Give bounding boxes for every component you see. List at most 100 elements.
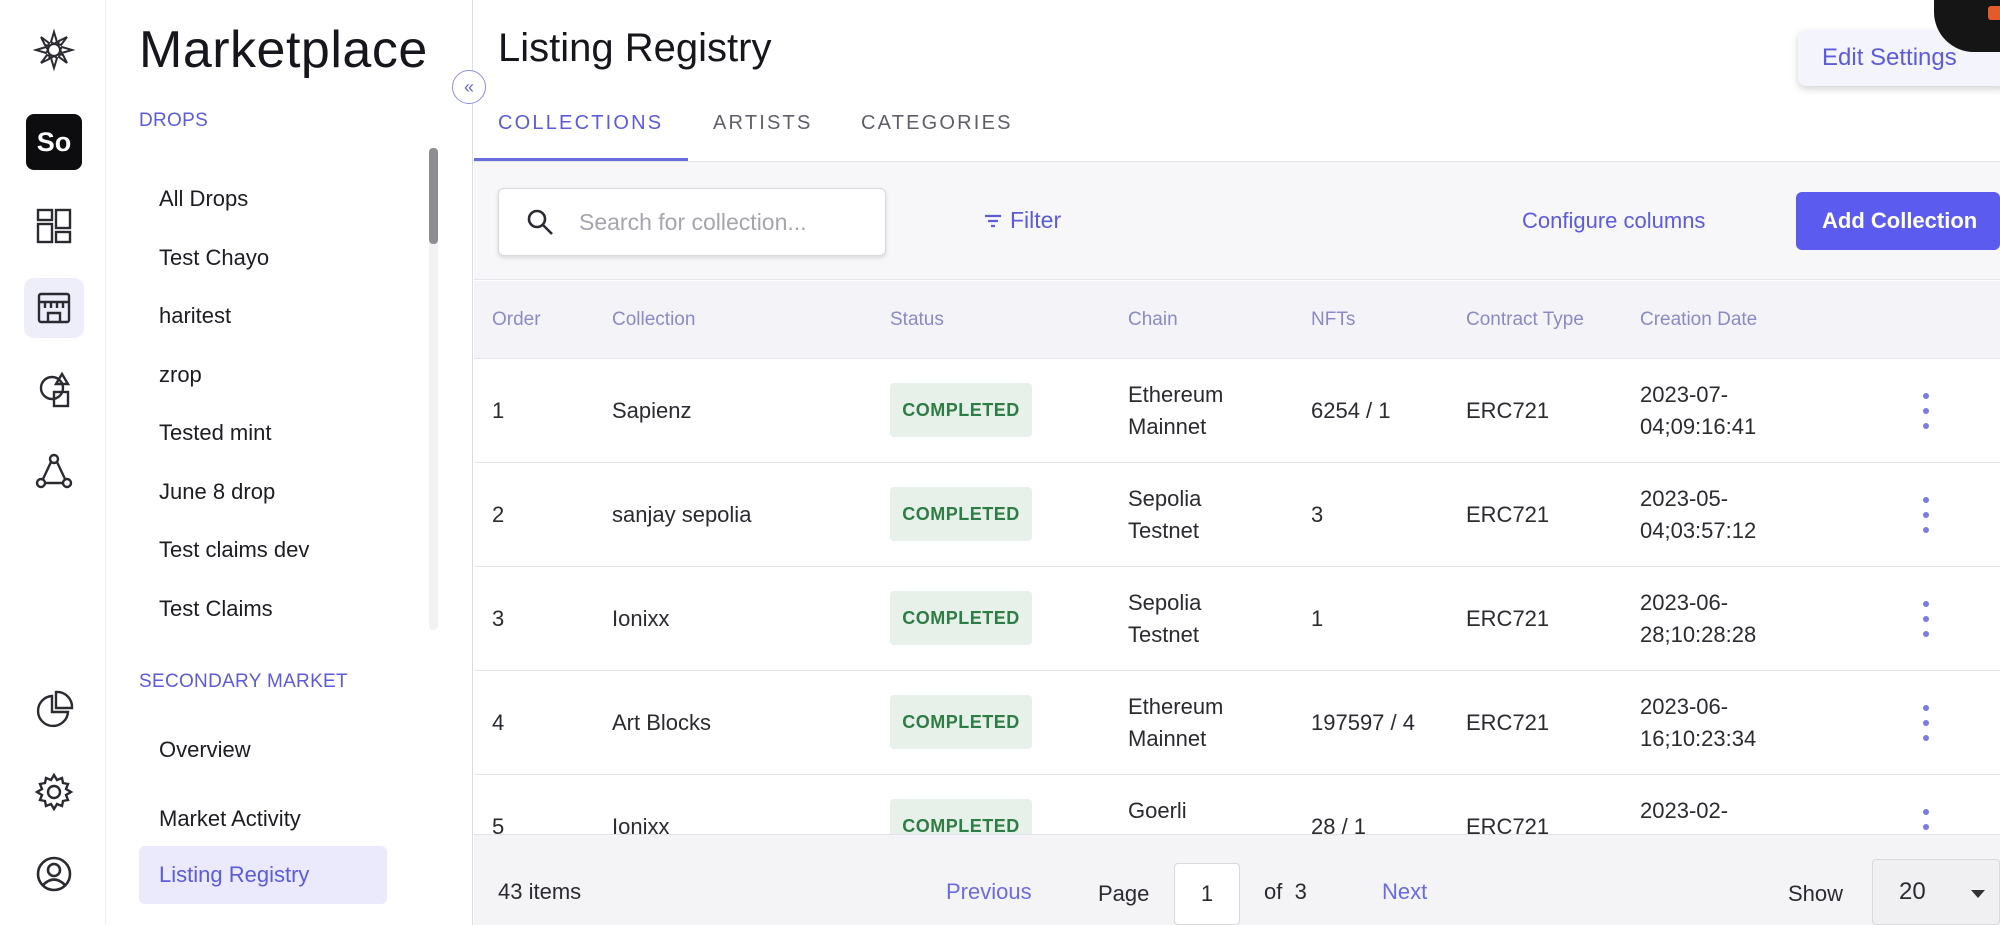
cell-date-line: 2023-07-: [1640, 382, 1729, 407]
previous-page-button[interactable]: Previous: [946, 879, 1032, 905]
user-circle-icon[interactable]: [24, 844, 84, 904]
tab-categories[interactable]: CATEGORIES: [861, 112, 1013, 135]
active-tab-indicator: [474, 158, 688, 161]
next-page-button[interactable]: Next: [1382, 879, 1427, 905]
search-icon: [527, 209, 553, 235]
column-header-creation-date[interactable]: Creation Date: [1640, 309, 1757, 331]
search-box[interactable]: [498, 188, 886, 256]
cell-creation-date: 2023-02-: [1640, 795, 1728, 827]
chevron-down-icon: [1971, 890, 1985, 898]
cell-chain: Ethereum Mainnet: [1128, 691, 1223, 755]
sidebar-item-overview[interactable]: Overview: [159, 737, 251, 763]
table-toolbar: Filter Configure columns Add Collection: [474, 162, 2000, 280]
cell-date-line: 04;03:57:12: [1640, 518, 1757, 543]
shapes-icon[interactable]: [24, 360, 84, 420]
cell-date-line: 2023-05-: [1640, 486, 1729, 511]
workspace-avatar[interactable]: So: [26, 114, 82, 170]
sidebar-title: Marketplace: [139, 21, 428, 79]
sidebar-item-listing-registry[interactable]: Listing Registry: [139, 846, 387, 904]
row-menu-icon[interactable]: [1920, 497, 1932, 533]
table-row[interactable]: 2 sanjay sepolia COMPLETED Sepolia Testne…: [474, 463, 2000, 567]
cell-creation-date: 2023-06- 28;10:28:28: [1640, 587, 1756, 651]
cell-collection: Art Blocks: [612, 710, 712, 735]
cell-contract-type: ERC721: [1466, 606, 1550, 631]
cell-date-line: 2023-02-: [1640, 798, 1729, 823]
cell-chain: Ethereum Mainnet: [1128, 379, 1223, 443]
cell-collection: Ionixx: [612, 606, 670, 631]
cell-chain-line: Goerli: [1128, 798, 1187, 823]
add-collection-button[interactable]: Add Collection: [1796, 192, 2000, 250]
tab-bar: COLLECTIONS ARTISTS CATEGORIES: [474, 96, 2000, 162]
cell-nfts: 6254 / 1: [1311, 398, 1391, 423]
column-header-collection[interactable]: Collection: [612, 309, 695, 331]
cell-chain-line: Mainnet: [1128, 414, 1207, 439]
row-menu-icon[interactable]: [1920, 705, 1932, 741]
configure-columns-link[interactable]: Configure columns: [1522, 208, 1705, 234]
gear-icon[interactable]: [24, 762, 84, 822]
drops-section-label: DROPS: [139, 110, 209, 131]
marketplace-sidebar: Marketplace DROPS All Drops Test Chayo h…: [107, 0, 473, 925]
total-pages: 3: [1294, 879, 1307, 904]
status-badge: COMPLETED: [890, 695, 1032, 749]
secondary-market-section-label: SECONDARY MARKET: [139, 671, 348, 692]
cell-chain-line: Sepolia: [1128, 590, 1202, 615]
table-row[interactable]: 5 Ionixx COMPLETED Goerli 28 / 1 ERC721 …: [474, 775, 2000, 834]
table-row[interactable]: 3 Ionixx COMPLETED Sepolia Testnet 1 ERC7…: [474, 567, 2000, 671]
page-total: of 3: [1264, 879, 1307, 905]
cell-creation-date: 2023-06- 16;10:23:34: [1640, 691, 1756, 755]
table-row[interactable]: 4 Art Blocks COMPLETED Ethereum Mainnet 1…: [474, 671, 2000, 775]
pagination-bar: 43 items Previous Page 1 of 3 Next Show …: [474, 834, 2000, 925]
cell-collection: Sapienz: [612, 398, 692, 423]
page-size-value: 20: [1899, 878, 1926, 905]
cell-nfts: 3: [1311, 502, 1324, 527]
cell-order: 1: [492, 398, 505, 423]
page-number-input[interactable]: 1: [1174, 863, 1240, 925]
tab-collections[interactable]: COLLECTIONS: [498, 112, 663, 135]
cell-order: 2: [492, 502, 505, 527]
cell-nfts: 197597 / 4: [1311, 710, 1415, 735]
row-menu-icon[interactable]: [1920, 601, 1932, 637]
cell-chain-line: Sepolia: [1128, 486, 1202, 511]
column-header-nfts[interactable]: NFTs: [1311, 309, 1355, 331]
row-menu-icon[interactable]: [1920, 393, 1932, 429]
column-header-order[interactable]: Order: [492, 309, 541, 331]
column-header-contract-type[interactable]: Contract Type: [1466, 309, 1584, 331]
cell-creation-date: 2023-05- 04;03:57:12: [1640, 483, 1756, 547]
cell-date-line: 2023-06-: [1640, 590, 1729, 615]
cell-collection: sanjay sepolia: [612, 502, 752, 527]
filter-icon: [985, 214, 1001, 227]
row-menu-icon[interactable]: [1920, 809, 1932, 834]
status-badge: COMPLETED: [890, 487, 1032, 541]
cell-contract-type: ERC721: [1466, 814, 1550, 834]
flower-logo-icon[interactable]: [24, 20, 84, 80]
cell-order: 5: [492, 814, 505, 834]
cell-date-line: 2023-06-: [1640, 694, 1729, 719]
drops-scrollbar-thumb[interactable]: [429, 148, 438, 244]
search-input[interactable]: [579, 208, 869, 236]
sidebar-item-market-activity[interactable]: Market Activity: [159, 806, 301, 832]
network-icon[interactable]: [24, 442, 84, 502]
cell-chain-line: Testnet: [1128, 518, 1199, 543]
cell-creation-date: 2023-07- 04;09:16:41: [1640, 379, 1756, 443]
pie-chart-icon[interactable]: [24, 680, 84, 740]
tab-artists[interactable]: ARTISTS: [713, 112, 813, 135]
cell-chain: Goerli: [1128, 795, 1187, 827]
cell-chain-line: Ethereum: [1128, 694, 1224, 719]
cell-date-line: 28;10:28:28: [1640, 622, 1757, 647]
table-row[interactable]: 1 Sapienz COMPLETED Ethereum Mainnet 6254…: [474, 359, 2000, 463]
page-size-select[interactable]: 20: [1872, 859, 2000, 925]
storefront-icon[interactable]: [24, 278, 84, 338]
collapse-sidebar-icon[interactable]: «: [452, 70, 486, 104]
icon-rail: So: [0, 0, 106, 925]
status-badge: COMPLETED: [890, 383, 1032, 437]
column-header-status[interactable]: Status: [890, 309, 944, 331]
dashboard-icon[interactable]: [24, 196, 84, 256]
column-header-chain[interactable]: Chain: [1128, 309, 1178, 331]
of-label: of: [1264, 879, 1283, 904]
cell-contract-type: ERC721: [1466, 710, 1550, 735]
cell-nfts: 28 / 1: [1311, 814, 1367, 834]
filter-button[interactable]: Filter: [982, 207, 1061, 234]
cell-contract-type: ERC721: [1466, 398, 1550, 423]
cell-collection: Ionixx: [612, 814, 670, 834]
cell-order: 3: [492, 606, 505, 631]
